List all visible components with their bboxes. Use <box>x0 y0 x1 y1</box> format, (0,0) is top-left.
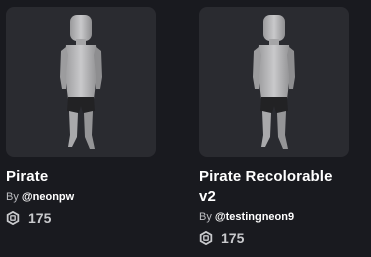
robux-icon <box>199 231 213 245</box>
price-value: 175 <box>221 230 245 246</box>
item-thumbnail[interactable] <box>6 7 156 157</box>
catalog-item-card[interactable]: Pirate By @neonpw 175 <box>6 7 156 226</box>
catalog-item-card[interactable]: Pirate Recolorable v2 By @testingneon9 1… <box>199 7 349 246</box>
price-value: 175 <box>28 210 52 226</box>
item-thumbnail[interactable] <box>199 7 349 157</box>
item-price: 175 <box>6 210 156 226</box>
item-creator: By @neonpw <box>6 190 156 204</box>
by-label: By <box>6 191 19 203</box>
creator-link[interactable]: @testingneon9 <box>215 211 294 223</box>
item-name[interactable]: Pirate Recolorable v2 <box>199 167 349 207</box>
item-name[interactable]: Pirate <box>6 167 156 187</box>
creator-link[interactable]: @neonpw <box>22 191 74 203</box>
catalog-grid: Pirate By @neonpw 175 Pirate Recolorable… <box>0 0 371 257</box>
robux-icon <box>6 211 20 225</box>
avatar-figure-image <box>60 15 102 149</box>
item-price: 175 <box>199 230 349 246</box>
by-label: By <box>199 211 212 223</box>
item-creator: By @testingneon9 <box>199 210 349 224</box>
avatar-figure-image <box>253 15 295 149</box>
